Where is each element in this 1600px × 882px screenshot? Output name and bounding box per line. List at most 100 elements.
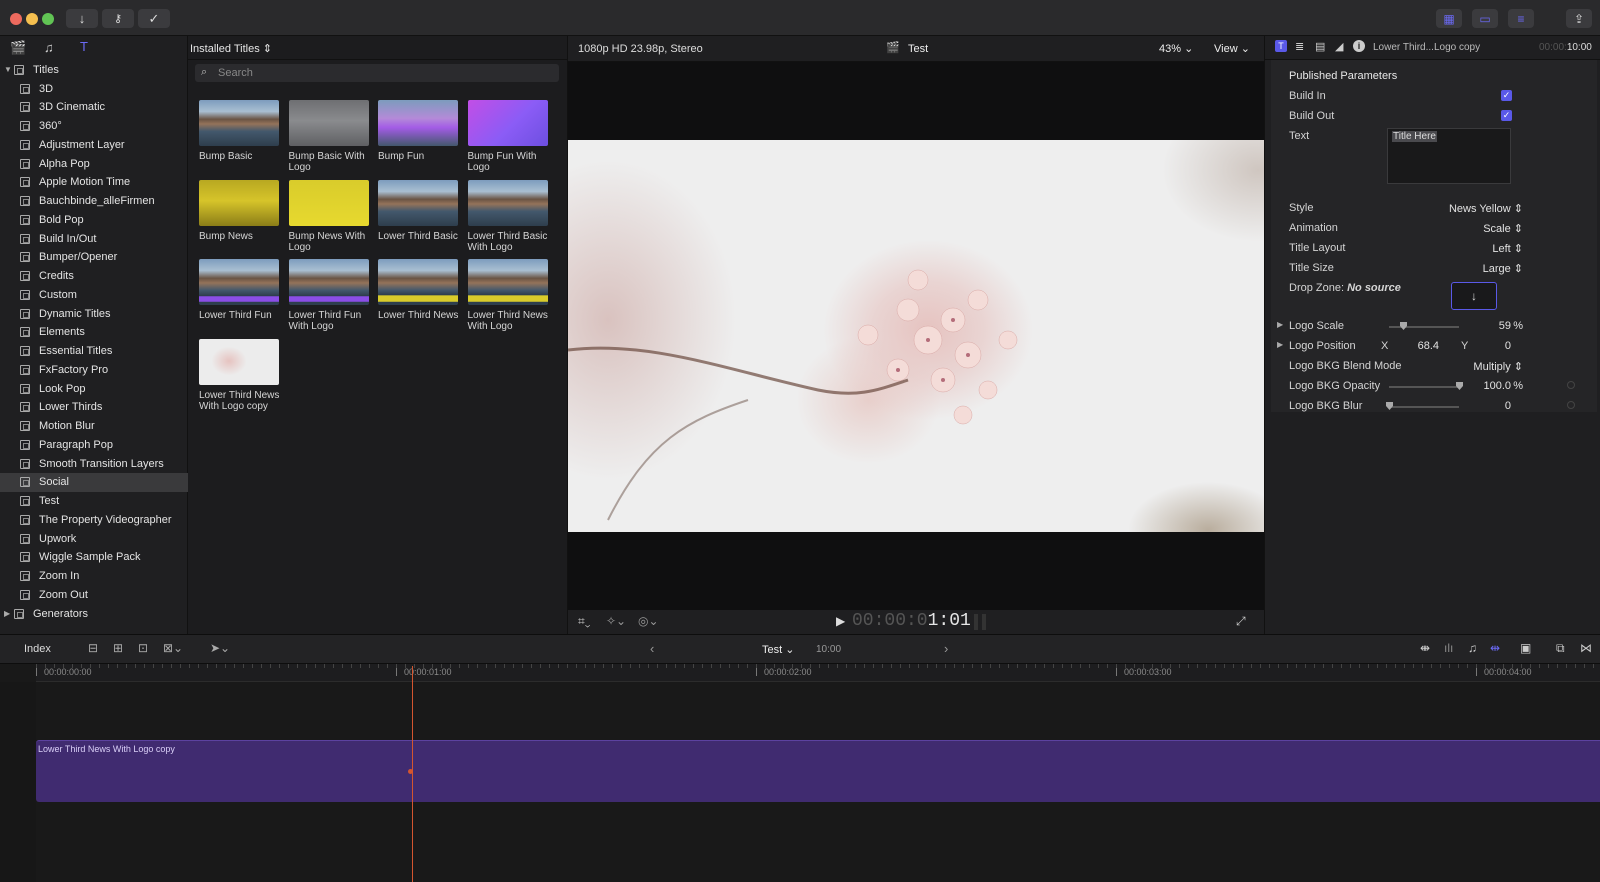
disclosure-triangle-icon[interactable]: ▶ (1277, 320, 1283, 329)
sidebar-item[interactable]: Elements (0, 323, 188, 342)
index-button[interactable]: Index (24, 643, 51, 655)
select-tool-icon[interactable]: ➤⌄ (210, 641, 230, 655)
zoom-window-button[interactable] (42, 13, 54, 25)
title-clip[interactable]: Lower Third News With Logo copy (36, 740, 1600, 802)
title-thumbnail[interactable] (467, 100, 548, 146)
sidebar-item[interactable]: Lower Thirds (0, 398, 188, 417)
title-thumbnail[interactable] (199, 100, 279, 146)
sidebar-item[interactable]: Essential Titles (0, 342, 188, 361)
browser-toggle-button[interactable]: ▦ (1436, 9, 1462, 28)
title-layout-popup[interactable]: Left ⇕ (1492, 242, 1523, 255)
minimize-window-button[interactable] (26, 13, 38, 25)
opacity-slider[interactable] (1389, 386, 1459, 388)
title-thumbnail[interactable] (378, 100, 458, 146)
style-popup[interactable]: News Yellow ⇕ (1449, 202, 1523, 215)
y-value[interactable]: 0 (1505, 340, 1511, 352)
import-button[interactable]: ↓ (66, 9, 98, 28)
sidebar-item[interactable]: Paragraph Pop (0, 435, 188, 454)
zoom-menu[interactable]: 43% ⌄ (1159, 42, 1193, 55)
enhance-tool-icon[interactable]: ✧⌄ (606, 614, 626, 628)
blur-knob[interactable] (1386, 402, 1393, 410)
color-inspector-icon[interactable]: ◢ (1335, 40, 1343, 53)
title-thumbnail[interactable] (378, 179, 458, 226)
back-arrow-icon[interactable]: ‹ (650, 641, 654, 656)
title-thumbnail[interactable] (199, 179, 279, 226)
sidebar-item[interactable]: Build In/Out (0, 229, 188, 248)
blur-value[interactable]: 0 (1505, 400, 1511, 412)
opacity-knob[interactable] (1456, 382, 1463, 390)
sidebar-item[interactable]: Zoom Out (0, 585, 188, 604)
logo-scale-slider[interactable] (1389, 326, 1459, 328)
search-field[interactable]: ⌕ Search (195, 64, 559, 82)
sidebar-item[interactable]: Upwork (0, 529, 188, 548)
title-thumbnail[interactable] (288, 100, 369, 146)
background-tasks-button[interactable]: ✓ (138, 9, 170, 28)
title-thumbnail[interactable] (378, 259, 458, 305)
disclosure-triangle-icon[interactable]: ▶ (1277, 340, 1283, 349)
insert-clip-icon[interactable]: ⊞ (113, 641, 123, 655)
build-out-checkbox[interactable]: ✓ (1501, 110, 1512, 121)
keyframe-icon[interactable] (1567, 401, 1575, 409)
title-thumbnail[interactable] (288, 259, 369, 305)
sidebar-item[interactable]: 3D (0, 79, 188, 98)
connect-clip-icon[interactable]: ⊟ (88, 641, 98, 655)
sidebar-item[interactable]: Dynamic Titles (0, 304, 188, 323)
animation-popup[interactable]: Scale ⇕ (1483, 222, 1523, 235)
sidebar-item[interactable]: 360° (0, 117, 188, 136)
title-thumbnail[interactable] (199, 338, 279, 385)
transform-tool-icon[interactable]: ⌗⌄ (578, 614, 590, 629)
blur-slider[interactable] (1389, 406, 1459, 408)
search-input[interactable]: Search (218, 67, 253, 79)
title-size-popup[interactable]: Large ⇕ (1483, 262, 1523, 275)
append-clip-icon[interactable]: ⊡ (138, 641, 148, 655)
sidebar-item[interactable]: Wiggle Sample Pack (0, 548, 188, 567)
title-thumbnail[interactable] (288, 179, 369, 226)
title-inspector-icon[interactable]: T (1275, 40, 1287, 52)
timeline-index-icon[interactable]: ⧉ (1556, 641, 1565, 656)
sidebar-item[interactable]: Custom (0, 285, 188, 304)
info-inspector-icon[interactable]: i (1353, 40, 1365, 52)
logo-scale-value[interactable]: 59 (1499, 320, 1511, 332)
title-thumbnail[interactable] (467, 259, 548, 305)
video-inspector-icon[interactable]: ▤ (1315, 40, 1325, 53)
video-frame[interactable] (568, 140, 1264, 532)
text-field[interactable]: Title Here (1387, 128, 1511, 184)
timeline-project-menu[interactable]: Test ⌄ (762, 643, 794, 656)
keyframe-icon[interactable] (1567, 381, 1575, 389)
titles-generators-tab-icon[interactable]: T (80, 39, 88, 54)
overwrite-clip-icon[interactable]: ⊠⌄ (163, 641, 183, 655)
sidebar-item[interactable]: Bumper/Opener (0, 248, 188, 267)
timeline-ruler[interactable]: 00:00:00:00 00:00:01:00 00:00:02:00 00:00:0… (36, 664, 1600, 682)
inspector-toggle-button[interactable]: ≡ (1508, 9, 1534, 28)
libraries-tab-icon[interactable]: 🎬 (10, 40, 26, 56)
blend-mode-popup[interactable]: Multiply ⇕ (1473, 360, 1523, 373)
disclosure-closed-icon[interactable]: ▶ (4, 609, 10, 618)
disclosure-open-icon[interactable]: ▼ (4, 65, 12, 74)
x-value[interactable]: 68.4 (1418, 340, 1439, 352)
logo-scale-knob[interactable] (1400, 322, 1407, 330)
sidebar-item[interactable]: Apple Motion Time (0, 173, 188, 192)
share-button[interactable]: ⇪ (1566, 9, 1592, 28)
keyword-button[interactable]: ⚷ (102, 9, 134, 28)
view-menu[interactable]: View ⌄ (1214, 42, 1250, 55)
sidebar-item-generators[interactable]: ▶ Generators (0, 604, 188, 623)
sidebar-item[interactable]: Adjustment Layer (0, 135, 188, 154)
sidebar-item[interactable]: Zoom In (0, 567, 188, 586)
snapping-icon[interactable]: ⇹ (1490, 641, 1500, 655)
installed-titles-menu[interactable]: Installed Titles ⇕ (190, 42, 272, 55)
text-inspector-icon[interactable]: ≣ (1295, 40, 1304, 53)
photos-audio-tab-icon[interactable]: ♫ (44, 40, 54, 55)
sidebar-item[interactable]: 3D Cinematic (0, 98, 188, 117)
opacity-value[interactable]: 100.0 (1483, 380, 1511, 392)
forward-arrow-icon[interactable]: › (944, 641, 948, 656)
sidebar-item[interactable]: Motion Blur (0, 417, 188, 436)
fullscreen-icon[interactable]: ⤢ (1236, 614, 1246, 629)
title-thumbnail[interactable] (199, 259, 279, 305)
sidebar-item[interactable]: The Property Videographer (0, 510, 188, 529)
title-thumbnail[interactable] (467, 179, 548, 226)
sidebar-item[interactable]: FxFactory Pro (0, 360, 188, 379)
timecode-display[interactable]: 00:00:01:01 (852, 611, 971, 631)
play-button[interactable]: ▶ (836, 614, 845, 628)
skimming-icon[interactable]: ⇼ (1420, 641, 1430, 655)
headphones-icon[interactable]: ♫ (1468, 641, 1477, 655)
